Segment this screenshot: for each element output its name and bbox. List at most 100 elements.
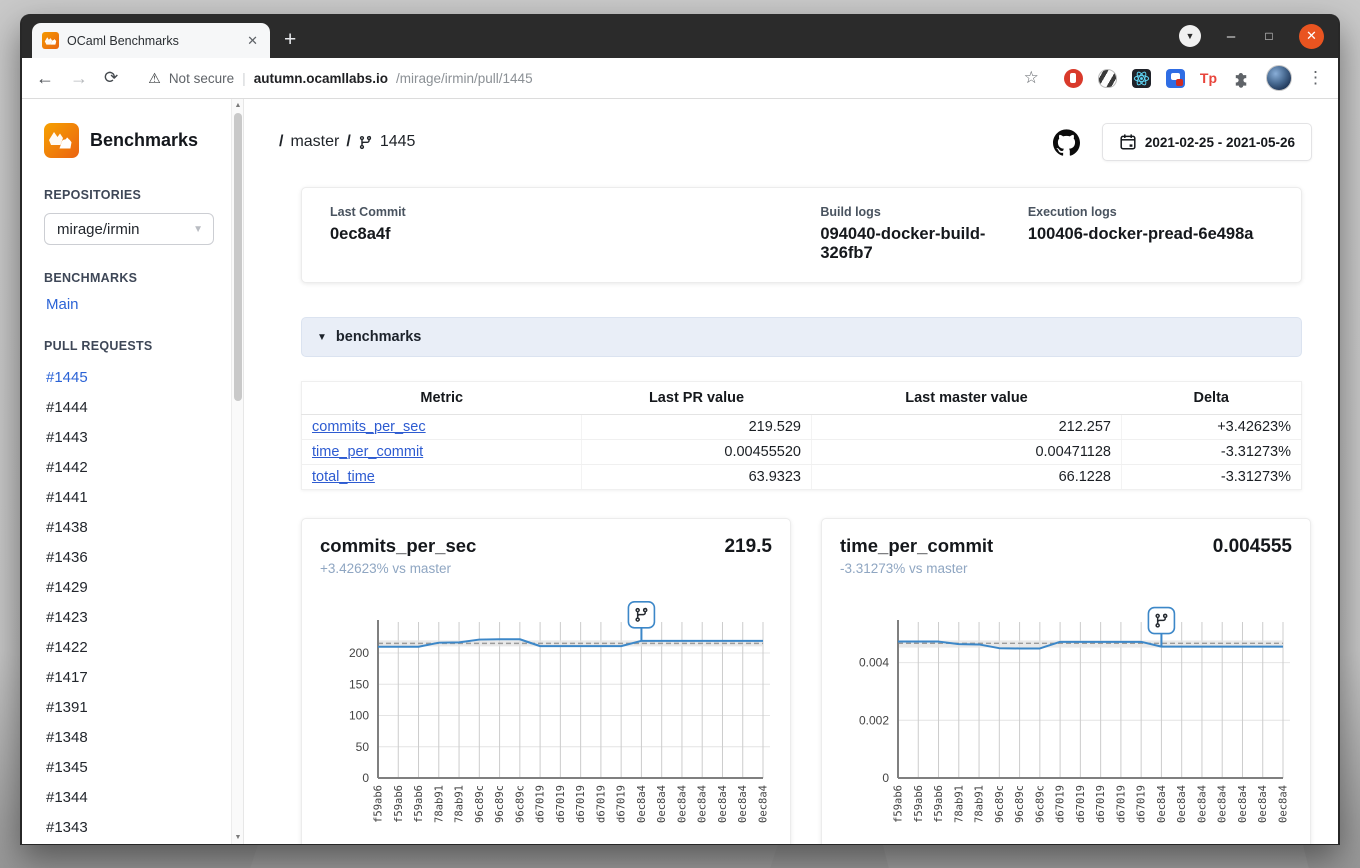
tab-title: OCaml Benchmarks (67, 34, 237, 48)
sidebar-item-pr[interactable]: #1344 (44, 784, 243, 814)
sidebar-item-pr[interactable]: #1422 (44, 634, 243, 664)
chart-plot-commits_per_sec: 050100150200f59ab6f59ab6f59ab678ab9178ab… (320, 580, 772, 844)
sidebar-item-main[interactable]: Main (46, 296, 243, 313)
bookmark-star-button[interactable]: ☆ (1024, 68, 1039, 88)
table-row: commits_per_sec219.529212.257+3.42623% (302, 415, 1302, 440)
commit-info-card: Last Commit 0ec8a4f Build logs 094040-do… (301, 187, 1302, 283)
x-axis-commit-label: d67019 (1136, 785, 1148, 823)
git-branch-icon (358, 135, 373, 150)
info-block-last-commit: Last Commit 0ec8a4f (330, 205, 820, 263)
sidebar-item-pr[interactable]: #1441 (44, 484, 243, 514)
github-icon[interactable] (1053, 129, 1080, 156)
x-axis-commit-label: d67019 (555, 785, 567, 823)
chart-subtitle: -3.31273% vs master (840, 561, 1292, 576)
minimize-button[interactable]: – (1223, 28, 1239, 45)
x-axis-commit-label: f59ab6 (393, 785, 405, 823)
tab-close-icon[interactable]: ✕ (245, 33, 260, 49)
main-content: / master / 1445 20 (244, 99, 1338, 844)
forward-button[interactable]: → (70, 68, 88, 89)
reload-button[interactable]: ⟳ (104, 68, 118, 88)
sidebar-scrollbar[interactable]: ▲ ▼ (231, 99, 243, 844)
table-row: total_time63.932366.1228-3.31273% (302, 465, 1302, 490)
sidebar-item-pr[interactable]: #1445 (44, 364, 243, 394)
benchmarks-section-toggle[interactable]: ▼ benchmarks (301, 317, 1302, 357)
table-row: time_per_commit0.004555200.00471128-3.31… (302, 440, 1302, 465)
git-branch-marker-icon[interactable] (628, 602, 654, 628)
metric-link[interactable]: commits_per_sec (312, 419, 426, 435)
last-pr-value: 219.529 (582, 415, 812, 440)
sidebar-item-pr[interactable]: #1442 (44, 454, 243, 484)
back-button[interactable]: ← (36, 68, 54, 89)
pr-list: #1445#1444#1443#1442#1441#1438#1436#1429… (44, 364, 243, 844)
benchmarks-section-label: benchmarks (336, 329, 421, 345)
x-axis-commit-label: 78ab91 (953, 785, 965, 823)
x-axis-commit-label: f59ab6 (413, 785, 425, 823)
chart-card-time_per_commit: time_per_commit0.004555-3.31273% vs mast… (821, 518, 1311, 844)
chart-title: commits_per_sec (320, 535, 476, 557)
ublock-extension-icon[interactable] (1064, 69, 1083, 88)
breadcrumb-pr-number[interactable]: 1445 (380, 133, 416, 151)
x-axis-commit-label: d67019 (1115, 785, 1127, 823)
not-secure-warning-icon: ⚠ (148, 70, 161, 87)
x-axis-commit-label: d67019 (1055, 785, 1067, 823)
repository-select[interactable]: mirage/irmin ▼ (44, 213, 214, 245)
svg-text:0.004: 0.004 (859, 656, 889, 670)
sidebar-item-pr[interactable]: #1443 (44, 424, 243, 454)
x-axis-commit-label: d67019 (575, 785, 587, 823)
scroll-down-icon[interactable]: ▼ (232, 831, 244, 844)
last-master-value: 0.00471128 (812, 440, 1122, 465)
x-axis-commit-label: 0ec8a4 (697, 785, 709, 823)
scroll-up-icon[interactable]: ▲ (232, 99, 244, 112)
url-path[interactable]: /mirage/irmin/pull/1445 (396, 71, 533, 86)
chart-plot-time_per_commit: 00.0020.004f59ab6f59ab6f59ab678ab9178ab9… (840, 580, 1292, 844)
sidebar-item-pr[interactable]: #1343 (44, 814, 243, 844)
sidebar-item-pr[interactable]: #1444 (44, 394, 243, 424)
tp-extension-icon[interactable]: Tp (1200, 69, 1217, 88)
react-devtools-extension-icon[interactable] (1132, 69, 1151, 88)
x-axis-commit-label: 96c89c (994, 785, 1006, 823)
tab-search-button[interactable]: ▼ (1179, 25, 1201, 47)
extensions-puzzle-icon[interactable] (1232, 69, 1251, 88)
sidebar-item-pr[interactable]: #1417 (44, 664, 243, 694)
sidebar-item-pr[interactable]: #1423 (44, 604, 243, 634)
last-pr-value: 63.9323 (582, 465, 812, 490)
date-range-picker[interactable]: 2021-02-25 - 2021-05-26 (1102, 123, 1312, 161)
metric-link[interactable]: total_time (312, 469, 375, 485)
x-axis-commit-label: 78ab91 (974, 785, 986, 823)
info-label: Build logs (820, 205, 1027, 219)
sidebar-item-pr[interactable]: #1345 (44, 754, 243, 784)
metric-link[interactable]: time_per_commit (312, 444, 423, 460)
url-host[interactable]: autumn.ocamllabs.io (254, 71, 388, 86)
maximize-button[interactable]: □ (1261, 29, 1277, 43)
profile-avatar[interactable] (1266, 65, 1292, 91)
chart-current-value: 0.004555 (1213, 536, 1292, 558)
sidebar-item-pr[interactable]: #1438 (44, 514, 243, 544)
chart-current-value: 219.5 (724, 536, 772, 558)
not-secure-label[interactable]: Not secure (169, 71, 234, 86)
sidebar-scrollbar-thumb[interactable] (234, 113, 242, 401)
metrics-table: Metric Last PR value Last master value D… (301, 381, 1302, 490)
svg-text:100: 100 (349, 709, 369, 723)
svg-text:200: 200 (349, 646, 369, 660)
new-tab-button[interactable]: + (284, 28, 296, 52)
last-master-value: 212.257 (812, 415, 1122, 440)
privacy-extension-icon[interactable] (1166, 69, 1185, 88)
sidebar-item-pr[interactable]: #1348 (44, 724, 243, 754)
badger-extension-icon[interactable] (1098, 69, 1117, 88)
breadcrumb-branch[interactable]: master (290, 133, 339, 151)
x-axis-commit-label: 0ec8a4 (717, 785, 729, 823)
sidebar-item-pr[interactable]: #1391 (44, 694, 243, 724)
benchmarks-label: BENCHMARKS (44, 271, 243, 285)
svg-text:0: 0 (882, 771, 889, 785)
address-bar[interactable]: ⚠ Not secure | autumn.ocamllabs.io/mirag… (134, 70, 1007, 87)
browser-tab[interactable]: OCaml Benchmarks ✕ (32, 23, 270, 58)
git-branch-marker-icon[interactable] (1148, 608, 1174, 634)
sidebar-item-pr[interactable]: #1436 (44, 544, 243, 574)
table-header-row: Metric Last PR value Last master value D… (302, 382, 1302, 415)
delta-value: -3.31273% (1122, 440, 1302, 465)
repository-selected-value: mirage/irmin (57, 221, 140, 238)
close-button[interactable]: ✕ (1299, 24, 1324, 49)
browser-menu-button[interactable]: ⋮ (1307, 68, 1324, 88)
x-axis-commit-label: f59ab6 (933, 785, 945, 823)
sidebar-item-pr[interactable]: #1429 (44, 574, 243, 604)
